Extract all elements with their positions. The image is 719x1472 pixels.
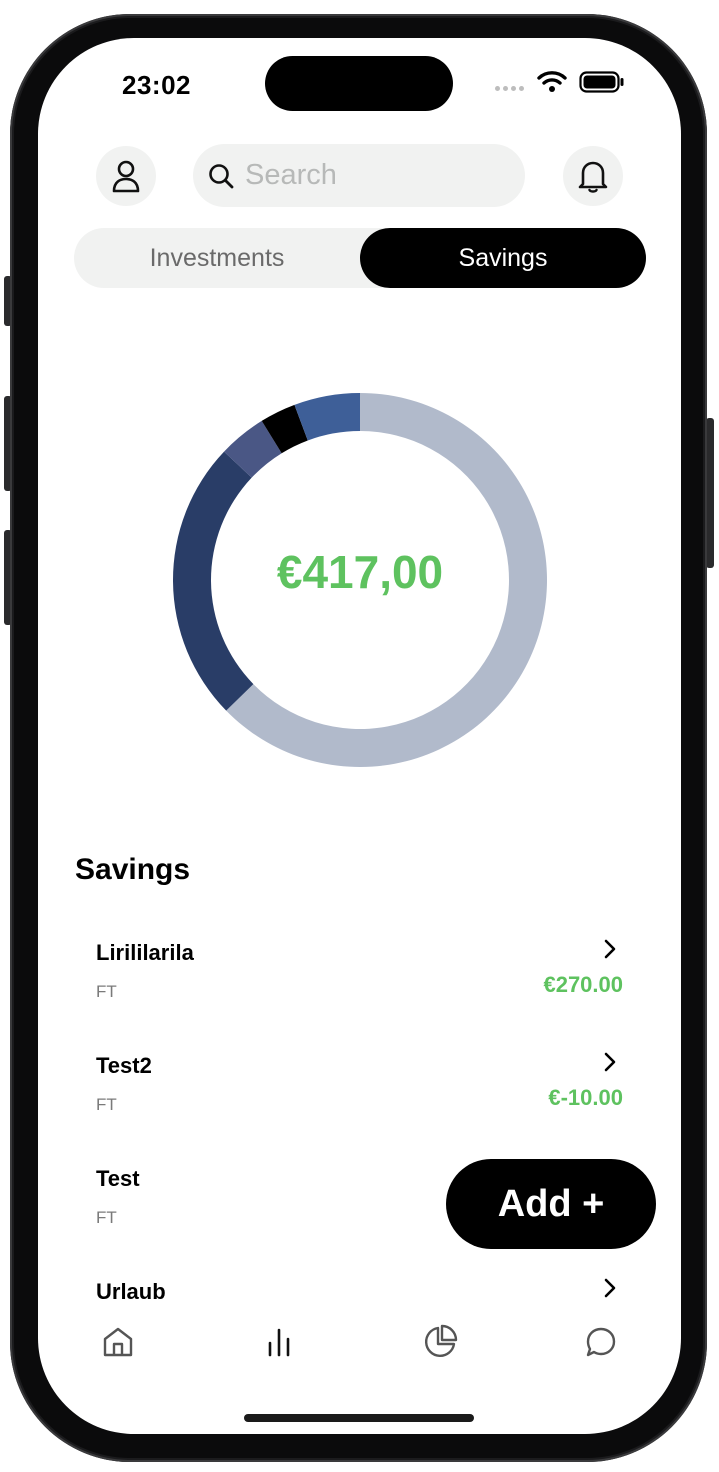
list-item-subtitle: FT xyxy=(96,1208,117,1227)
app-screen: 23:02 Investments Savings xyxy=(38,38,681,1434)
nav-chat[interactable] xyxy=(581,1322,621,1362)
tab-investments[interactable]: Investments xyxy=(74,228,360,288)
wifi-icon xyxy=(537,71,567,92)
list-item-subtitle: FT xyxy=(96,1095,117,1114)
battery-icon xyxy=(579,71,624,93)
search-bar[interactable] xyxy=(193,144,525,207)
list-item[interactable]: Test2 FT €-10.00 xyxy=(96,1052,623,1133)
chevron-right-icon xyxy=(604,1052,616,1072)
list-item-subtitle: FT xyxy=(96,982,117,1001)
list-item-amount: €270.00 xyxy=(543,972,623,997)
list-item-name: Test2 xyxy=(96,1053,152,1078)
list-item[interactable]: Urlaub xyxy=(96,1278,623,1309)
user-icon xyxy=(112,160,140,193)
profile-button[interactable] xyxy=(96,146,156,206)
nav-portfolio[interactable] xyxy=(420,1322,460,1362)
list-item-name: Test xyxy=(96,1166,140,1191)
list-item-amount: €-10.00 xyxy=(548,1085,623,1110)
chevron-right-icon xyxy=(604,939,616,959)
status-time: 23:02 xyxy=(122,70,191,100)
dynamic-island xyxy=(265,56,453,111)
notifications-button[interactable] xyxy=(563,146,623,206)
list-item-name: Urlaub xyxy=(96,1279,166,1304)
home-icon xyxy=(103,1327,133,1357)
savings-section-title: Savings xyxy=(75,853,191,886)
nav-home[interactable] xyxy=(98,1322,138,1362)
power-button xyxy=(706,418,714,568)
list-item-name: Lirililarila xyxy=(96,940,194,965)
chevron-right-icon xyxy=(604,1278,616,1298)
tab-savings[interactable]: Savings xyxy=(360,228,646,288)
search-icon xyxy=(209,163,234,188)
bar-chart-icon xyxy=(268,1328,290,1357)
signal-dots-icon xyxy=(495,86,524,91)
home-indicator xyxy=(244,1414,474,1422)
donut-total-value: €417,00 xyxy=(276,546,444,598)
nav-stats[interactable] xyxy=(259,1322,299,1362)
segment-control: Investments Savings xyxy=(74,228,646,288)
chat-icon xyxy=(586,1327,616,1357)
search-input[interactable] xyxy=(245,159,505,192)
add-saving-button[interactable]: Add + xyxy=(446,1159,656,1249)
bell-icon xyxy=(578,161,608,193)
list-item[interactable]: Lirililarila FT €270.00 xyxy=(96,939,623,1020)
pie-chart-icon xyxy=(425,1324,458,1357)
